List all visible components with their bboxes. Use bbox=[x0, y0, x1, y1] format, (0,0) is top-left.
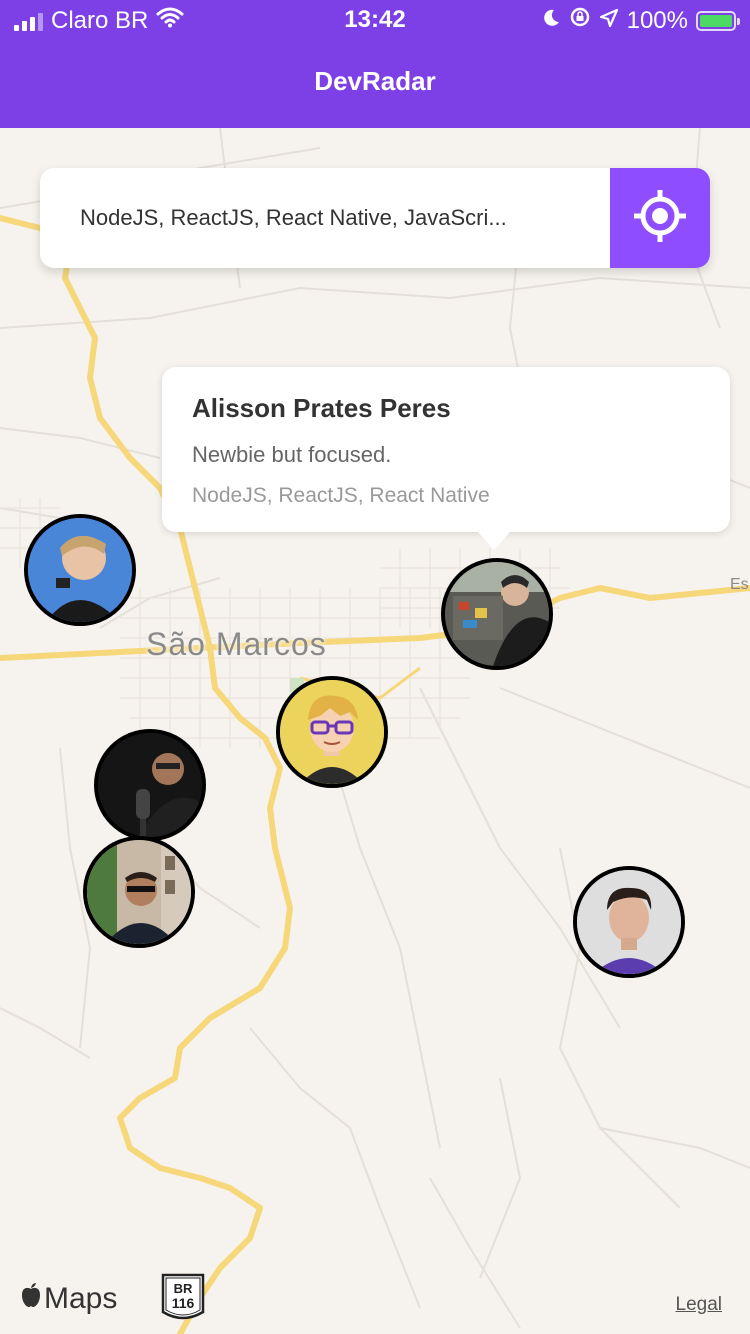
battery-icon bbox=[696, 10, 740, 31]
page-title: DevRadar bbox=[314, 66, 436, 96]
status-right: 100% bbox=[541, 6, 740, 35]
dev-name: Alisson Prates Peres bbox=[192, 393, 451, 423]
avatar bbox=[28, 518, 132, 622]
dev-marker-avatar[interactable] bbox=[276, 676, 388, 788]
dev-marker-avatar[interactable] bbox=[573, 866, 685, 978]
dev-techs: NodeJS, ReactJS, React Native bbox=[192, 484, 490, 507]
town-label: São Marcos bbox=[146, 626, 327, 662]
dev-marker-avatar[interactable] bbox=[441, 558, 553, 670]
shield-bottom: 116 bbox=[172, 1295, 195, 1311]
rotation-lock-icon bbox=[569, 6, 591, 35]
highway-shield-icon: BR 116 bbox=[161, 1273, 205, 1320]
avatar bbox=[98, 733, 202, 837]
dev-callout[interactable]: Alisson Prates Peres Newbie but focused.… bbox=[162, 367, 730, 550]
search-bar: NodeJS, ReactJS, React Native, JavaScri.… bbox=[40, 168, 710, 268]
dev-marker-avatar[interactable] bbox=[24, 514, 136, 626]
dev-bio: Newbie but focused. bbox=[192, 442, 392, 467]
app-header: Claro BR 13:42 100% DevRadar bbox=[0, 0, 750, 128]
status-bar: Claro BR 13:42 100% bbox=[0, 0, 750, 40]
shield-top: BR bbox=[174, 1281, 193, 1296]
location-arrow-icon bbox=[599, 7, 619, 35]
avatar bbox=[577, 870, 681, 974]
dev-marker-avatar[interactable] bbox=[83, 836, 195, 948]
avatar bbox=[445, 562, 549, 666]
dev-marker-avatar[interactable] bbox=[94, 729, 206, 841]
battery-percent: 100% bbox=[626, 6, 688, 34]
apple-icon bbox=[20, 1282, 42, 1316]
avatar bbox=[280, 680, 384, 784]
road-label: Es bbox=[730, 576, 749, 593]
maps-logo: Maps bbox=[20, 1282, 117, 1316]
legal-link[interactable]: Legal bbox=[676, 1294, 723, 1316]
search-input[interactable]: NodeJS, ReactJS, React Native, JavaScri.… bbox=[80, 168, 570, 268]
crosshair-icon bbox=[632, 188, 688, 249]
avatar bbox=[87, 840, 191, 944]
maps-brand: Maps bbox=[44, 1282, 118, 1315]
moon-icon bbox=[541, 7, 561, 35]
locate-button[interactable] bbox=[610, 168, 710, 268]
